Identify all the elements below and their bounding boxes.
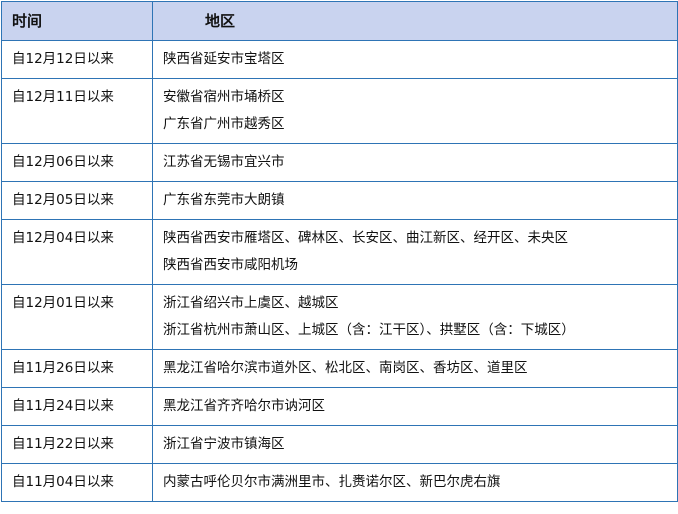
region-text: 浙江省绍兴市上虞区、越城区 bbox=[163, 295, 339, 311]
region-text: 浙江省宁波市镇海区 bbox=[163, 436, 285, 452]
region-cell: 浙江省绍兴市上虞区、越城区 浙江省杭州市萧山区、上城区（含：江干区）、拱墅区（含… bbox=[152, 284, 678, 350]
table-row: 自12月04日以来 陕西省西安市雁塔区、碑林区、长安区、曲江新区、经开区、未央区… bbox=[1, 219, 678, 285]
region-text: 黑龙江省齐齐哈尔市讷河区 bbox=[163, 398, 325, 414]
region-text: 广东省东莞市大朗镇 bbox=[163, 192, 285, 208]
region-text: 内蒙古呼伦贝尔市满洲里市、扎赉诺尔区、新巴尔虎右旗 bbox=[163, 474, 501, 490]
region-text: 黑龙江省哈尔滨市道外区、松北区、南岗区、香坊区、道里区 bbox=[163, 360, 528, 376]
region-text: 江苏省无锡市宜兴市 bbox=[163, 154, 285, 170]
date-cell: 自12月05日以来 bbox=[1, 181, 153, 220]
column-header-region: 地区 bbox=[152, 1, 678, 41]
region-text: 安徽省宿州市埇桥区 bbox=[163, 89, 285, 105]
region-cell: 浙江省宁波市镇海区 bbox=[152, 425, 678, 464]
region-cell: 黑龙江省齐齐哈尔市讷河区 bbox=[152, 387, 678, 426]
table-row: 自12月06日以来 江苏省无锡市宜兴市 bbox=[1, 143, 678, 182]
date-cell: 自11月04日以来 bbox=[1, 463, 153, 502]
date-cell: 自11月26日以来 bbox=[1, 349, 153, 388]
region-cell: 黑龙江省哈尔滨市道外区、松北区、南岗区、香坊区、道里区 bbox=[152, 349, 678, 388]
table-row: 自12月01日以来 浙江省绍兴市上虞区、越城区 浙江省杭州市萧山区、上城区（含：… bbox=[1, 284, 678, 350]
region-cell: 广东省东莞市大朗镇 bbox=[152, 181, 678, 220]
date-cell: 自12月11日以来 bbox=[1, 78, 153, 144]
region-text: 广东省广州市越秀区 bbox=[163, 116, 285, 132]
table-row: 自11月04日以来 内蒙古呼伦贝尔市满洲里市、扎赉诺尔区、新巴尔虎右旗 bbox=[1, 463, 678, 502]
date-cell: 自11月24日以来 bbox=[1, 387, 153, 426]
region-text: 陕西省西安市咸阳机场 bbox=[163, 257, 298, 273]
date-cell: 自12月04日以来 bbox=[1, 219, 153, 285]
risk-area-table-container: 时间 地区 自12月12日以来 陕西省延安市宝塔区 自12月11日以来 安徽省宿… bbox=[1, 1, 678, 512]
table-header-row: 时间 地区 bbox=[1, 1, 678, 41]
date-cell: 自12月12日以来 bbox=[1, 40, 153, 79]
table-row: 自11月26日以来 黑龙江省哈尔滨市道外区、松北区、南岗区、香坊区、道里区 bbox=[1, 349, 678, 388]
table-row: 自12月05日以来 广东省东莞市大朗镇 bbox=[1, 181, 678, 220]
date-cell: 自11月22日以来 bbox=[1, 425, 153, 464]
date-cell: 自12月01日以来 bbox=[1, 284, 153, 350]
table-row: 自12月11日以来 安徽省宿州市埇桥区 广东省广州市越秀区 bbox=[1, 78, 678, 144]
table-row: 自12月12日以来 陕西省延安市宝塔区 bbox=[1, 40, 678, 79]
region-text: 陕西省延安市宝塔区 bbox=[163, 51, 285, 67]
region-cell: 安徽省宿州市埇桥区 广东省广州市越秀区 bbox=[152, 78, 678, 144]
region-cell: 内蒙古呼伦贝尔市满洲里市、扎赉诺尔区、新巴尔虎右旗 bbox=[152, 463, 678, 502]
column-header-time: 时间 bbox=[1, 1, 153, 41]
region-cell: 陕西省延安市宝塔区 bbox=[152, 40, 678, 79]
table-row: 自11月22日以来 浙江省宁波市镇海区 bbox=[1, 425, 678, 464]
region-text: 陕西省西安市雁塔区、碑林区、长安区、曲江新区、经开区、未央区 bbox=[163, 230, 568, 246]
date-cell: 自12月06日以来 bbox=[1, 143, 153, 182]
table-row: 自11月24日以来 黑龙江省齐齐哈尔市讷河区 bbox=[1, 387, 678, 426]
risk-area-table: 时间 地区 自12月12日以来 陕西省延安市宝塔区 自12月11日以来 安徽省宿… bbox=[1, 1, 678, 502]
region-cell: 陕西省西安市雁塔区、碑林区、长安区、曲江新区、经开区、未央区 陕西省西安市咸阳机… bbox=[152, 219, 678, 285]
region-cell: 江苏省无锡市宜兴市 bbox=[152, 143, 678, 182]
region-text: 浙江省杭州市萧山区、上城区（含：江干区）、拱墅区（含：下城区） bbox=[163, 322, 575, 338]
